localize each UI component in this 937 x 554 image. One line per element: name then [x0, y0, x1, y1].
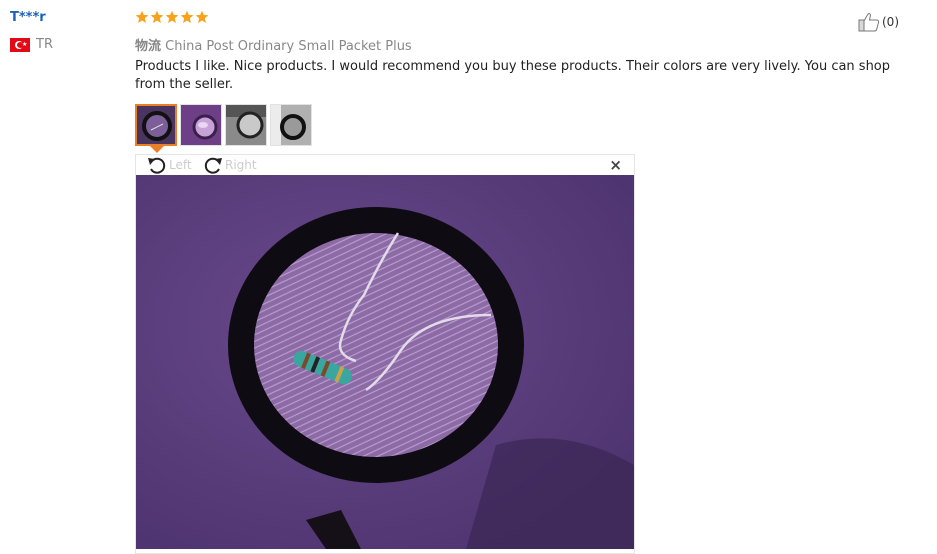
star-icon: [195, 10, 209, 23]
turkey-flag-icon: ★: [10, 37, 30, 52]
rotate-right-button[interactable]: Right: [202, 155, 257, 175]
close-icon[interactable]: ×: [609, 157, 622, 173]
star-icon: [150, 10, 164, 23]
rotate-right-label: Right: [225, 158, 257, 172]
shipping-method: China Post Ordinary Small Packet Plus: [165, 39, 412, 54]
review-photo: [136, 175, 634, 549]
shipping-label: 物流: [135, 39, 162, 54]
photo-thumbnail[interactable]: [225, 104, 267, 146]
photo-thumbnail[interactable]: [270, 104, 312, 146]
photo-thumbnails: [135, 104, 312, 146]
rotate-left-label: Left: [169, 158, 192, 172]
review-text: Products I like. Nice products. I would …: [135, 59, 891, 92]
star-icon: [165, 10, 179, 23]
star-icon: [180, 10, 194, 23]
photo-thumbnail[interactable]: [180, 104, 222, 146]
helpful-button[interactable]: (0): [858, 12, 899, 32]
shipping-info: 物流 China Post Ordinary Small Packet Plus: [135, 35, 412, 54]
photo-thumbnail[interactable]: [135, 104, 177, 146]
photo-viewer: Left Right ×: [135, 154, 635, 554]
star-rating: [135, 10, 209, 24]
active-thumbnail-indicator: [150, 146, 164, 153]
helpful-count: (0): [882, 15, 899, 29]
country-code: TR: [36, 37, 53, 52]
photo-viewer-toolbar: Left Right ×: [136, 155, 634, 175]
thumbs-up-icon: [858, 13, 880, 32]
star-icon: [135, 10, 149, 23]
rotate-left-icon: [148, 157, 166, 174]
reviewer-country: ★ TR: [10, 37, 53, 52]
rotate-left-button[interactable]: Left: [146, 155, 192, 175]
reviewer-name: T***r: [10, 10, 46, 25]
rotate-right-icon: [204, 157, 222, 174]
